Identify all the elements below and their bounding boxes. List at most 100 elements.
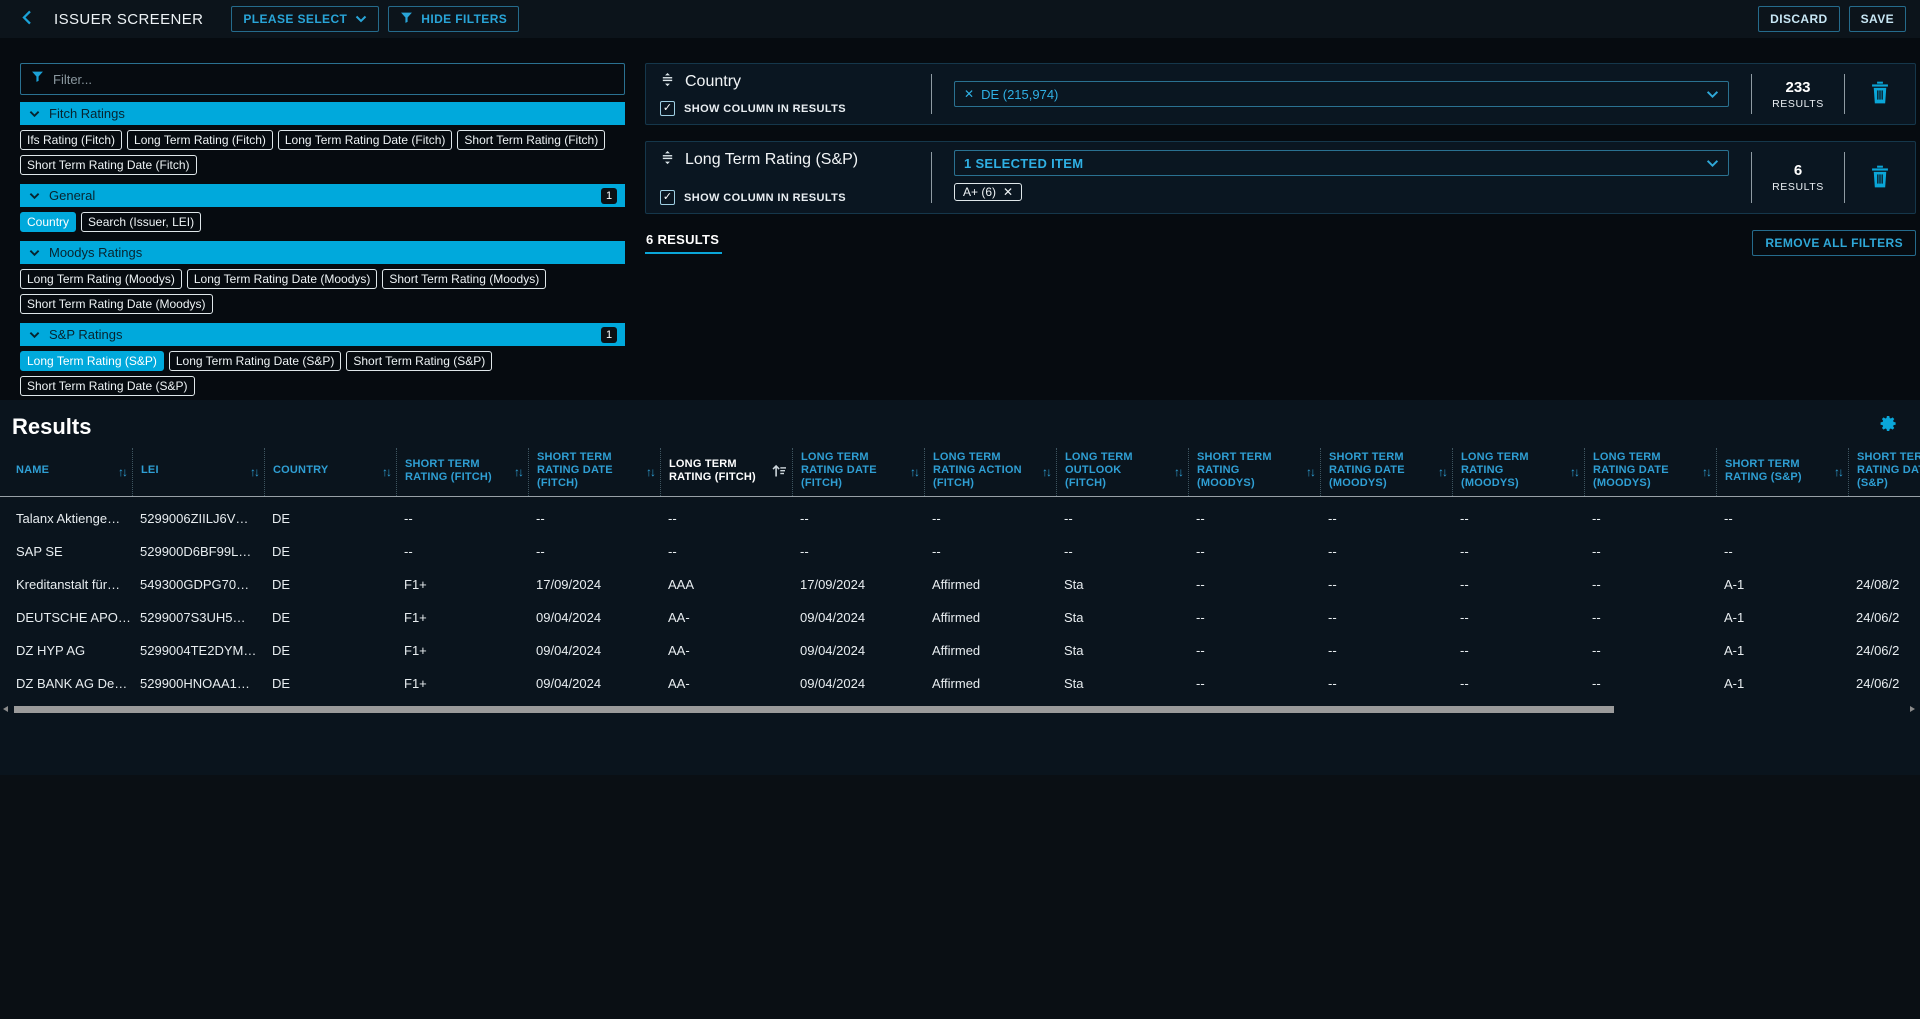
save-button[interactable]: SAVE [1849,6,1906,32]
delete-filter-button[interactable] [1845,72,1915,116]
chevron-down-icon [29,188,40,203]
filter-input[interactable] [53,72,614,87]
show-column-label: SHOW COLUMN IN RESULTS [684,192,846,204]
filter-chip-long-term-rating-date-fitch[interactable]: Long Term Rating Date (Fitch) [278,130,453,150]
scroll-right-arrow[interactable] [1910,706,1915,712]
table-cell: Sta [1056,610,1188,625]
filter-chip-short-term-rating-s-p[interactable]: Short Term Rating (S&P) [346,351,492,371]
column-header-lei[interactable]: LEI↑↓ [132,448,264,496]
table-cell: -- [1320,610,1452,625]
filter-funnel-icon [400,11,413,27]
column-header-long-term-rating-fitch[interactable]: LONG TERM RATING (FITCH) [660,448,792,496]
results-panel: Results NAME↑↓LEI↑↓COUNTRY↑↓SHORT TERM R… [0,400,1920,775]
column-header-short-term-rating-s-p[interactable]: SHORT TERM RATING (S&P)↑↓ [1716,448,1848,496]
rating-values-dropdown[interactable]: 1 SELECTED ITEM [954,150,1729,176]
sort-icon[interactable]: ↑↓ [646,465,654,479]
sort-icon[interactable]: ↑↓ [250,465,258,479]
table-cell: DZ HYP AG [0,643,132,658]
filter-results-block: 6 RESULTS [1752,150,1844,205]
table-row[interactable]: Kreditanstalt für…549300GDPG70…DEF1+17/0… [0,568,1920,601]
filter-chip-short-term-rating-date-moodys[interactable]: Short Term Rating Date (Moodys) [20,294,213,314]
column-header-short-term-rating-date-s-p[interactable]: SHORT TERM RATING DATE (S&P)↑↓ [1848,448,1920,496]
filter-section-header-moodys-ratings[interactable]: Moodys Ratings [20,241,625,264]
table-cell: DE [264,577,396,592]
table-row[interactable]: DEUTSCHE APO…5299007S3UH5…DEF1+09/04/202… [0,601,1920,634]
filter-chip-long-term-rating-s-p[interactable]: Long Term Rating (S&P) [20,351,164,371]
filter-chip-search-issuer-lei[interactable]: Search (Issuer, LEI) [81,212,201,232]
selected-value-chip[interactable]: A+ (6) ✕ [954,183,1022,201]
sort-icon[interactable]: ↑↓ [1702,465,1710,479]
filter-section-header-fitch-ratings[interactable]: Fitch Ratings [20,102,625,125]
table-cell: DE [264,643,396,658]
filter-section-label: Moodys Ratings [49,245,142,260]
show-column-checkbox[interactable] [660,101,675,116]
column-header-short-term-rating-moodys[interactable]: SHORT TERM RATING (MOODYS)↑↓ [1188,448,1320,496]
country-values-dropdown[interactable]: ✕ DE (215,974) [954,81,1729,107]
sort-icon[interactable]: ↑↓ [1570,465,1578,479]
column-header-long-term-rating-action-fitch[interactable]: LONG TERM RATING ACTION (FITCH)↑↓ [924,448,1056,496]
sort-icon[interactable]: ↑↓ [1042,465,1050,479]
filter-chip-long-term-rating-fitch[interactable]: Long Term Rating (Fitch) [127,130,273,150]
table-settings-button[interactable] [1879,414,1898,436]
sort-icon[interactable]: ↑↓ [118,465,126,479]
delete-filter-button[interactable] [1845,150,1915,205]
filter-chip-long-term-rating-date-s-p[interactable]: Long Term Rating Date (S&P) [169,351,342,371]
column-header-name[interactable]: NAME↑↓ [0,448,132,496]
remove-all-filters-button[interactable]: REMOVE ALL FILTERS [1752,230,1916,256]
trash-icon [1870,165,1890,191]
remove-value-icon[interactable]: ✕ [964,87,974,101]
filter-section-header-s-p-ratings[interactable]: S&P Ratings1 [20,323,625,346]
table-row[interactable]: DZ BANK AG De…529900HNOAA1…DEF1+09/04/20… [0,667,1920,700]
table-cell: -- [1056,544,1188,559]
sort-icon[interactable]: ↑↓ [1306,465,1314,479]
filter-results-block: 233 RESULTS [1752,72,1844,116]
sort-icon[interactable]: ↑↓ [1438,465,1446,479]
sort-icon[interactable]: ↑↓ [1834,465,1842,479]
drag-handle-icon[interactable] [660,72,675,92]
table-cell: -- [924,511,1056,526]
column-header-country[interactable]: COUNTRY↑↓ [264,448,396,496]
sort-icon[interactable]: ↑↓ [382,465,390,479]
table-row[interactable]: DZ HYP AG5299004TE2DYM…DEF1+09/04/2024AA… [0,634,1920,667]
sort-icon[interactable]: ↑↓ [1174,465,1182,479]
sort-icon[interactable]: ↑↓ [514,465,522,479]
scroll-left-arrow[interactable] [3,706,8,712]
table-cell: DEUTSCHE APO… [0,610,132,625]
sort-ascending-icon[interactable] [772,464,786,480]
table-cell: -- [1452,676,1584,691]
filter-chip-ifs-rating-fitch[interactable]: Ifs Rating (Fitch) [20,130,122,150]
filter-chip-short-term-rating-date-s-p[interactable]: Short Term Rating Date (S&P) [20,376,195,396]
filter-card-title: Long Term Rating (S&P) [685,151,858,169]
column-header-long-term-rating-moodys[interactable]: LONG TERM RATING (MOODYS)↑↓ [1452,448,1584,496]
table-cell: DE [264,511,396,526]
filter-chip-country[interactable]: Country [20,212,76,232]
results-count-tab[interactable]: 6 RESULTS [645,230,722,254]
table-cell: A-1 [1716,676,1848,691]
filter-chip-short-term-rating-moodys[interactable]: Short Term Rating (Moodys) [382,269,546,289]
remove-value-icon[interactable]: ✕ [1003,185,1013,199]
column-header-long-term-rating-date-fitch[interactable]: LONG TERM RATING DATE (FITCH)↑↓ [792,448,924,496]
discard-button[interactable]: DISCARD [1758,6,1839,32]
filter-chip-long-term-rating-moodys[interactable]: Long Term Rating (Moodys) [20,269,182,289]
table-row[interactable]: SAP SE529900D6BF99L…DE------------------… [0,535,1920,568]
column-header-short-term-rating-fitch[interactable]: SHORT TERM RATING (FITCH)↑↓ [396,448,528,496]
filter-chip-short-term-rating-fitch[interactable]: Short Term Rating (Fitch) [457,130,605,150]
drag-handle-icon[interactable] [660,150,675,170]
column-header-long-term-rating-date-moodys[interactable]: LONG TERM RATING DATE (MOODYS)↑↓ [1584,448,1716,496]
table-cell: SAP SE [0,544,132,559]
filter-section-header-general[interactable]: General1 [20,184,625,207]
view-select-dropdown[interactable]: PLEASE SELECT [231,6,379,32]
back-button[interactable] [14,6,40,32]
filter-card-left: Country SHOW COLUMN IN RESULTS [646,72,931,116]
filter-card-left: Long Term Rating (S&P) SHOW COLUMN IN RE… [646,150,931,205]
filter-chip-short-term-rating-date-fitch[interactable]: Short Term Rating Date (Fitch) [20,155,197,175]
scrollbar-thumb[interactable] [14,706,1614,713]
hide-filters-button[interactable]: HIDE FILTERS [388,6,519,32]
filter-chip-long-term-rating-date-moodys[interactable]: Long Term Rating Date (Moodys) [187,269,378,289]
show-column-checkbox[interactable] [660,190,675,205]
column-header-short-term-rating-date-fitch[interactable]: SHORT TERM RATING DATE (FITCH)↑↓ [528,448,660,496]
column-header-short-term-rating-date-moodys[interactable]: SHORT TERM RATING DATE (MOODYS)↑↓ [1320,448,1452,496]
sort-icon[interactable]: ↑↓ [910,465,918,479]
table-row[interactable]: Talanx Aktienge…5299006ZIILJ6V…DE-------… [0,502,1920,535]
column-header-long-term-outlook-fitch[interactable]: LONG TERM OUTLOOK (FITCH)↑↓ [1056,448,1188,496]
